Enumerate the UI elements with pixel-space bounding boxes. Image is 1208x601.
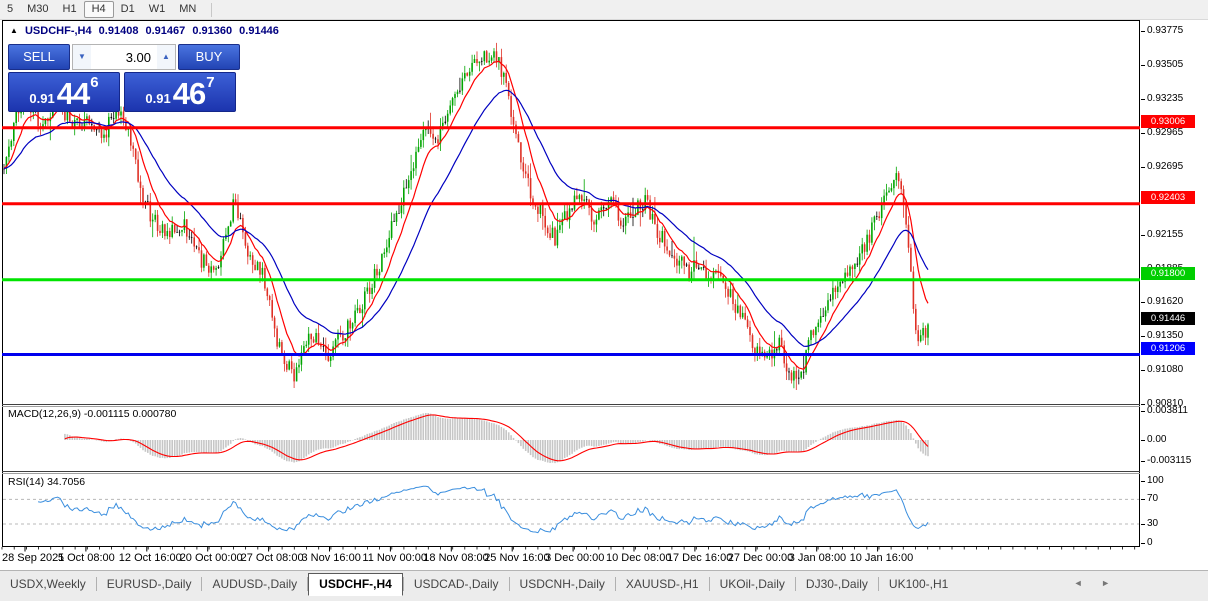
current-price-badge: 0.91446 <box>1141 312 1195 325</box>
rsi-axis-30: 30 <box>1147 518 1158 529</box>
one-click-trading-panel: SELL ▼ ▲ BUY 0.91 44 6 0.91 46 7 <box>8 44 240 112</box>
price-tick-label: 0.91350 <box>1147 330 1183 341</box>
sell-price-pip: 6 <box>90 75 98 90</box>
quote-close: 0.91446 <box>239 25 279 37</box>
sell-button[interactable]: SELL <box>8 44 70 70</box>
quote-low: 0.91360 <box>192 25 232 37</box>
price-tick-label: 0.91620 <box>1147 296 1183 307</box>
price-axis: 0.93775 0.93505 0.93235 0.92965 0.92695 0.921… <box>1140 20 1208 566</box>
level-price-badge: 0.91206 <box>1141 342 1195 355</box>
rsi-axis-100: 100 <box>1147 475 1164 486</box>
buy-price-big: 46 <box>173 78 205 109</box>
collapse-triangle-icon[interactable]: ▲ <box>10 26 18 35</box>
price-tick-label: 0.91080 <box>1147 364 1183 375</box>
rsi-axis-70: 70 <box>1147 493 1158 504</box>
macd-axis-max: 0.003811 <box>1147 405 1188 416</box>
buy-price-display[interactable]: 0.91 46 7 <box>124 72 236 112</box>
macd-axis-zero: 0.00 <box>1147 434 1166 445</box>
level-price-badge: 0.91800 <box>1141 267 1195 280</box>
sell-price-display[interactable]: 0.91 44 6 <box>8 72 120 112</box>
mt4-window: 5M30H1H4D1W1MN ▲ USDCHF-,H4 0.91408 0.91… <box>0 0 1208 601</box>
rsi-axis-0: 0 <box>1147 537 1153 548</box>
level-price-badge: 0.93006 <box>1141 115 1195 128</box>
price-tick-label: 0.92695 <box>1147 161 1183 172</box>
volume-input[interactable] <box>91 45 157 69</box>
rsi-label: RSI(14) 34.7056 <box>8 476 85 488</box>
sell-price-prefix: 0.91 <box>29 89 54 109</box>
sell-price-big: 44 <box>57 78 89 109</box>
price-tick-label: 0.92965 <box>1147 127 1183 138</box>
price-tick-label: 0.93505 <box>1147 59 1183 70</box>
level-price-badge: 0.92403 <box>1141 191 1195 204</box>
price-tick-label: 0.93235 <box>1147 93 1183 104</box>
quote-open: 0.91408 <box>99 25 139 37</box>
price-tick-label: 0.93775 <box>1147 25 1183 36</box>
volume-decrease-button[interactable]: ▼ <box>73 45 91 69</box>
quote-high: 0.91467 <box>146 25 186 37</box>
buy-button[interactable]: BUY <box>178 44 240 70</box>
volume-spinner: ▼ ▲ <box>72 44 176 70</box>
price-tick-label: 0.92155 <box>1147 229 1183 240</box>
quote-symbol: USDCHF-,H4 <box>25 25 92 37</box>
macd-axis-min: -0.003115 <box>1147 455 1191 466</box>
buy-price-pip: 7 <box>206 75 214 90</box>
buy-price-prefix: 0.91 <box>145 89 170 109</box>
quote-header: ▲ USDCHF-,H4 0.91408 0.91467 0.91360 0.9… <box>10 25 283 37</box>
macd-label: MACD(12,26,9) -0.001115 0.000780 <box>8 408 176 420</box>
volume-increase-button[interactable]: ▲ <box>157 45 175 69</box>
